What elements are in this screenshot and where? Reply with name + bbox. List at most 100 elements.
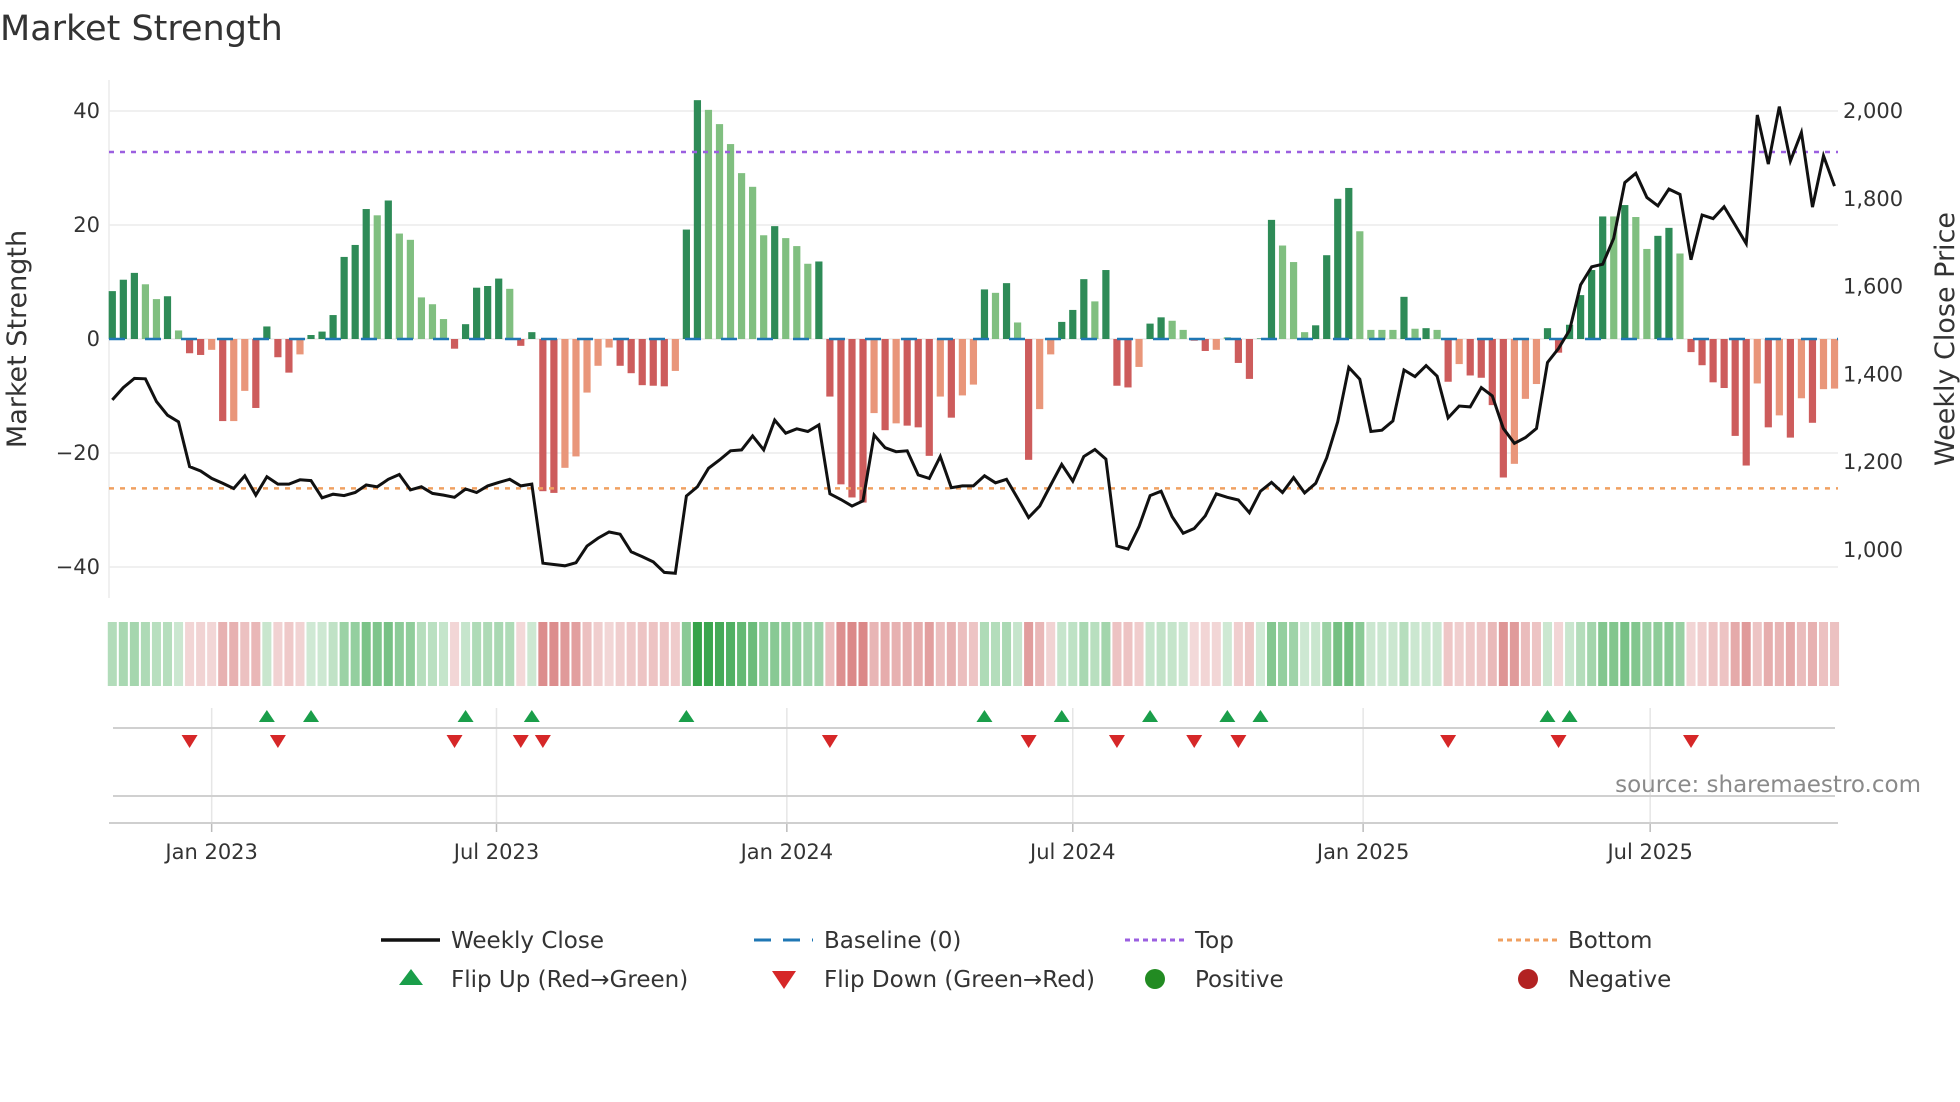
negative-legend-icon <box>1518 969 1538 989</box>
heat-cell <box>1697 622 1707 686</box>
positive-bar <box>1356 231 1364 339</box>
negative-bar <box>1047 339 1055 355</box>
flip-up-marker <box>1219 710 1236 722</box>
positive-bar <box>1577 295 1585 339</box>
y2-tick-label: 1,200 <box>1843 450 1903 474</box>
positive-bar <box>1411 328 1419 339</box>
heat-cell <box>593 622 603 686</box>
positive-bar <box>495 278 503 339</box>
negative-bar <box>1444 339 1452 382</box>
y2-tick-label: 1,000 <box>1843 538 1903 562</box>
heat-cell <box>350 622 360 686</box>
heat-cell <box>946 622 956 686</box>
positive-bar <box>1102 270 1110 339</box>
positive-bar <box>804 263 812 339</box>
heat-cell <box>990 622 1001 686</box>
negative-bar <box>1245 339 1254 379</box>
negative-bar <box>1709 339 1717 383</box>
heat-cell <box>1454 622 1464 686</box>
legend-label: Baseline (0) <box>824 928 961 954</box>
positive-bar <box>417 297 426 339</box>
positive-bar <box>1632 217 1640 339</box>
heat-cell <box>814 622 824 686</box>
y2-tick-label: 2,000 <box>1843 99 1903 123</box>
negative-bar <box>1753 339 1761 384</box>
negative-bar <box>1698 339 1706 366</box>
negative-bar <box>1764 339 1772 428</box>
negative-bar <box>848 339 856 498</box>
negative-bar <box>561 339 569 468</box>
positive-bar <box>1157 317 1165 339</box>
y-tick-label: −40 <box>56 555 100 579</box>
negative-bar <box>1731 339 1739 436</box>
positive-bar <box>1168 320 1176 339</box>
negative-bar <box>539 339 547 492</box>
negative-bar <box>1499 339 1507 478</box>
heat-cell <box>1388 622 1398 686</box>
heat-cell <box>1035 622 1045 686</box>
negative-bar <box>1687 339 1695 353</box>
negative-bar <box>892 339 900 424</box>
positive-bar <box>1146 323 1154 339</box>
negative-bar <box>1742 339 1750 466</box>
heat-cell <box>1653 622 1663 686</box>
flip-up-marker <box>523 710 540 722</box>
heat-cell <box>450 622 460 686</box>
source-credit: source: sharemaestro.com <box>1615 772 1921 798</box>
positive-bar <box>1267 219 1276 339</box>
heat-cell <box>140 622 150 686</box>
heat-cell <box>1189 622 1199 686</box>
positive-bar <box>1599 216 1607 339</box>
positive-bar <box>726 144 735 339</box>
x-tick-label: Jan 2025 <box>1315 840 1410 864</box>
positive-bar <box>484 285 492 339</box>
negative-bar <box>1212 339 1220 350</box>
heat-cell <box>1211 622 1221 686</box>
heat-cell <box>1079 622 1089 686</box>
heat-cell <box>162 622 173 686</box>
positive-bar <box>1278 245 1287 339</box>
heat-cell <box>1112 622 1122 686</box>
positive-bar <box>439 319 448 339</box>
heat-cell <box>549 622 559 686</box>
heat-cell <box>1531 622 1541 686</box>
positive-bar <box>263 326 271 339</box>
positive-bar <box>461 324 470 339</box>
heat-cell <box>1090 622 1100 686</box>
flip-down-marker <box>446 735 463 748</box>
heat-cell <box>1443 622 1453 686</box>
heat-cell <box>1620 622 1630 686</box>
positive-bar <box>1013 322 1022 339</box>
negative-bar <box>1808 339 1817 423</box>
heat-cell <box>1609 622 1619 686</box>
heat-cell <box>229 622 239 686</box>
y2-tick-label: 1,600 <box>1843 275 1903 299</box>
heat-cell <box>505 622 515 686</box>
positive-bar <box>782 238 790 339</box>
heat-cell <box>1796 622 1806 686</box>
negative-bar <box>1521 339 1530 399</box>
heat-cell <box>957 622 967 686</box>
positive-bar <box>362 209 370 339</box>
negative-bar <box>881 339 889 431</box>
flip-down-marker <box>1108 735 1125 748</box>
heat-cell <box>107 622 117 686</box>
flip-down-marker <box>1186 735 1203 748</box>
heat-cell <box>880 622 890 686</box>
market-strength-chart: Market Strength 40 20 0 −20 −40 2,000 1,800 1,6… <box>0 9 1960 993</box>
positive-bar <box>749 186 757 339</box>
flip-down-marker <box>534 735 551 748</box>
heat-cell <box>1333 622 1343 686</box>
positive-bar <box>793 246 801 339</box>
flip-up-marker <box>1142 710 1159 722</box>
heat-cell <box>394 622 404 686</box>
flip-down-marker <box>821 735 838 748</box>
positive-bar <box>351 244 359 339</box>
heat-cell <box>1366 622 1376 686</box>
heat-cell <box>770 622 780 686</box>
positive-bar <box>307 335 315 339</box>
heat-cell <box>1410 622 1420 686</box>
negative-bar <box>208 339 216 350</box>
legend-label: Negative <box>1568 967 1671 993</box>
negative-bar <box>1830 339 1839 389</box>
